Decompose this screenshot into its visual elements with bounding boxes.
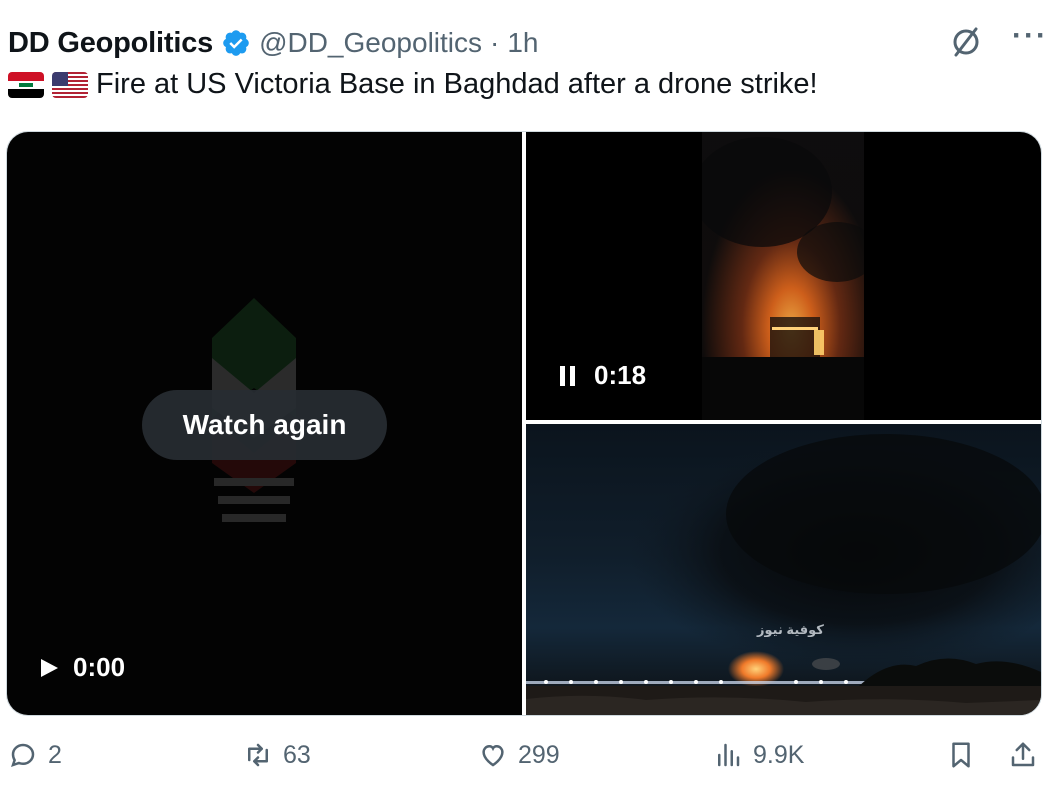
tweet-header: DD Geopolitics @DD_Geopolitics · 1h ··· [8, 21, 1048, 64]
share-icon [1011, 742, 1035, 767]
video-top-right[interactable]: 0:18 [526, 132, 1041, 420]
pause-icon[interactable] [558, 365, 578, 387]
like-icon [482, 744, 504, 767]
reply-icon [11, 743, 35, 767]
watch-again-button[interactable]: Watch again [142, 390, 387, 460]
author-handle[interactable]: @DD_Geopolitics [259, 27, 482, 59]
grok-icon[interactable] [948, 24, 984, 60]
view-count: 9.9K [753, 740, 805, 769]
fire-video-frame [702, 132, 864, 420]
bookmark-button[interactable] [946, 740, 976, 770]
views-button[interactable]: 9.9K [713, 740, 804, 770]
image-watermark: كوفية نيوز [757, 622, 824, 637]
reply-button[interactable]: 2 [8, 740, 62, 770]
tweet-text: Fire at US Victoria Base in Baghdad afte… [8, 68, 818, 101]
post-time[interactable]: 1h [507, 27, 538, 59]
us-flag-icon [52, 71, 88, 98]
author-name[interactable]: DD Geopolitics [8, 27, 213, 60]
repost-count: 63 [283, 740, 311, 769]
views-icon [718, 743, 740, 767]
share-button[interactable] [1008, 740, 1038, 770]
repost-icon [248, 743, 268, 767]
reply-count: 2 [48, 740, 62, 769]
bookmark-icon [952, 742, 970, 768]
video-top-right-timestamp: 0:18 [594, 360, 647, 390]
night-fire-scene [526, 434, 1041, 715]
like-button[interactable]: 299 [478, 740, 560, 770]
more-icon[interactable]: ··· [1012, 21, 1048, 58]
play-icon[interactable] [39, 658, 59, 678]
header-actions: ··· [948, 21, 1048, 60]
video-left-timestamp: 0:00 [73, 652, 126, 682]
media-grid: Watch again 0:00 0:18 كوفية نيوز [6, 131, 1042, 716]
action-bar: 2 63 299 9.9K [8, 740, 1048, 784]
video-left-controls: 0:00 [39, 652, 125, 683]
image-bottom-right[interactable]: كوفية نيوز [526, 424, 1041, 715]
iraq-flag-icon [8, 71, 44, 98]
separator-dot: · [490, 27, 500, 58]
like-count: 299 [518, 740, 560, 769]
video-top-right-controls: 0:18 [558, 360, 646, 391]
repost-button[interactable]: 63 [243, 740, 311, 770]
video-left[interactable]: Watch again 0:00 [7, 132, 522, 715]
verified-badge-icon [223, 30, 249, 56]
tweet-body: Fire at US Victoria Base in Baghdad afte… [96, 68, 818, 100]
